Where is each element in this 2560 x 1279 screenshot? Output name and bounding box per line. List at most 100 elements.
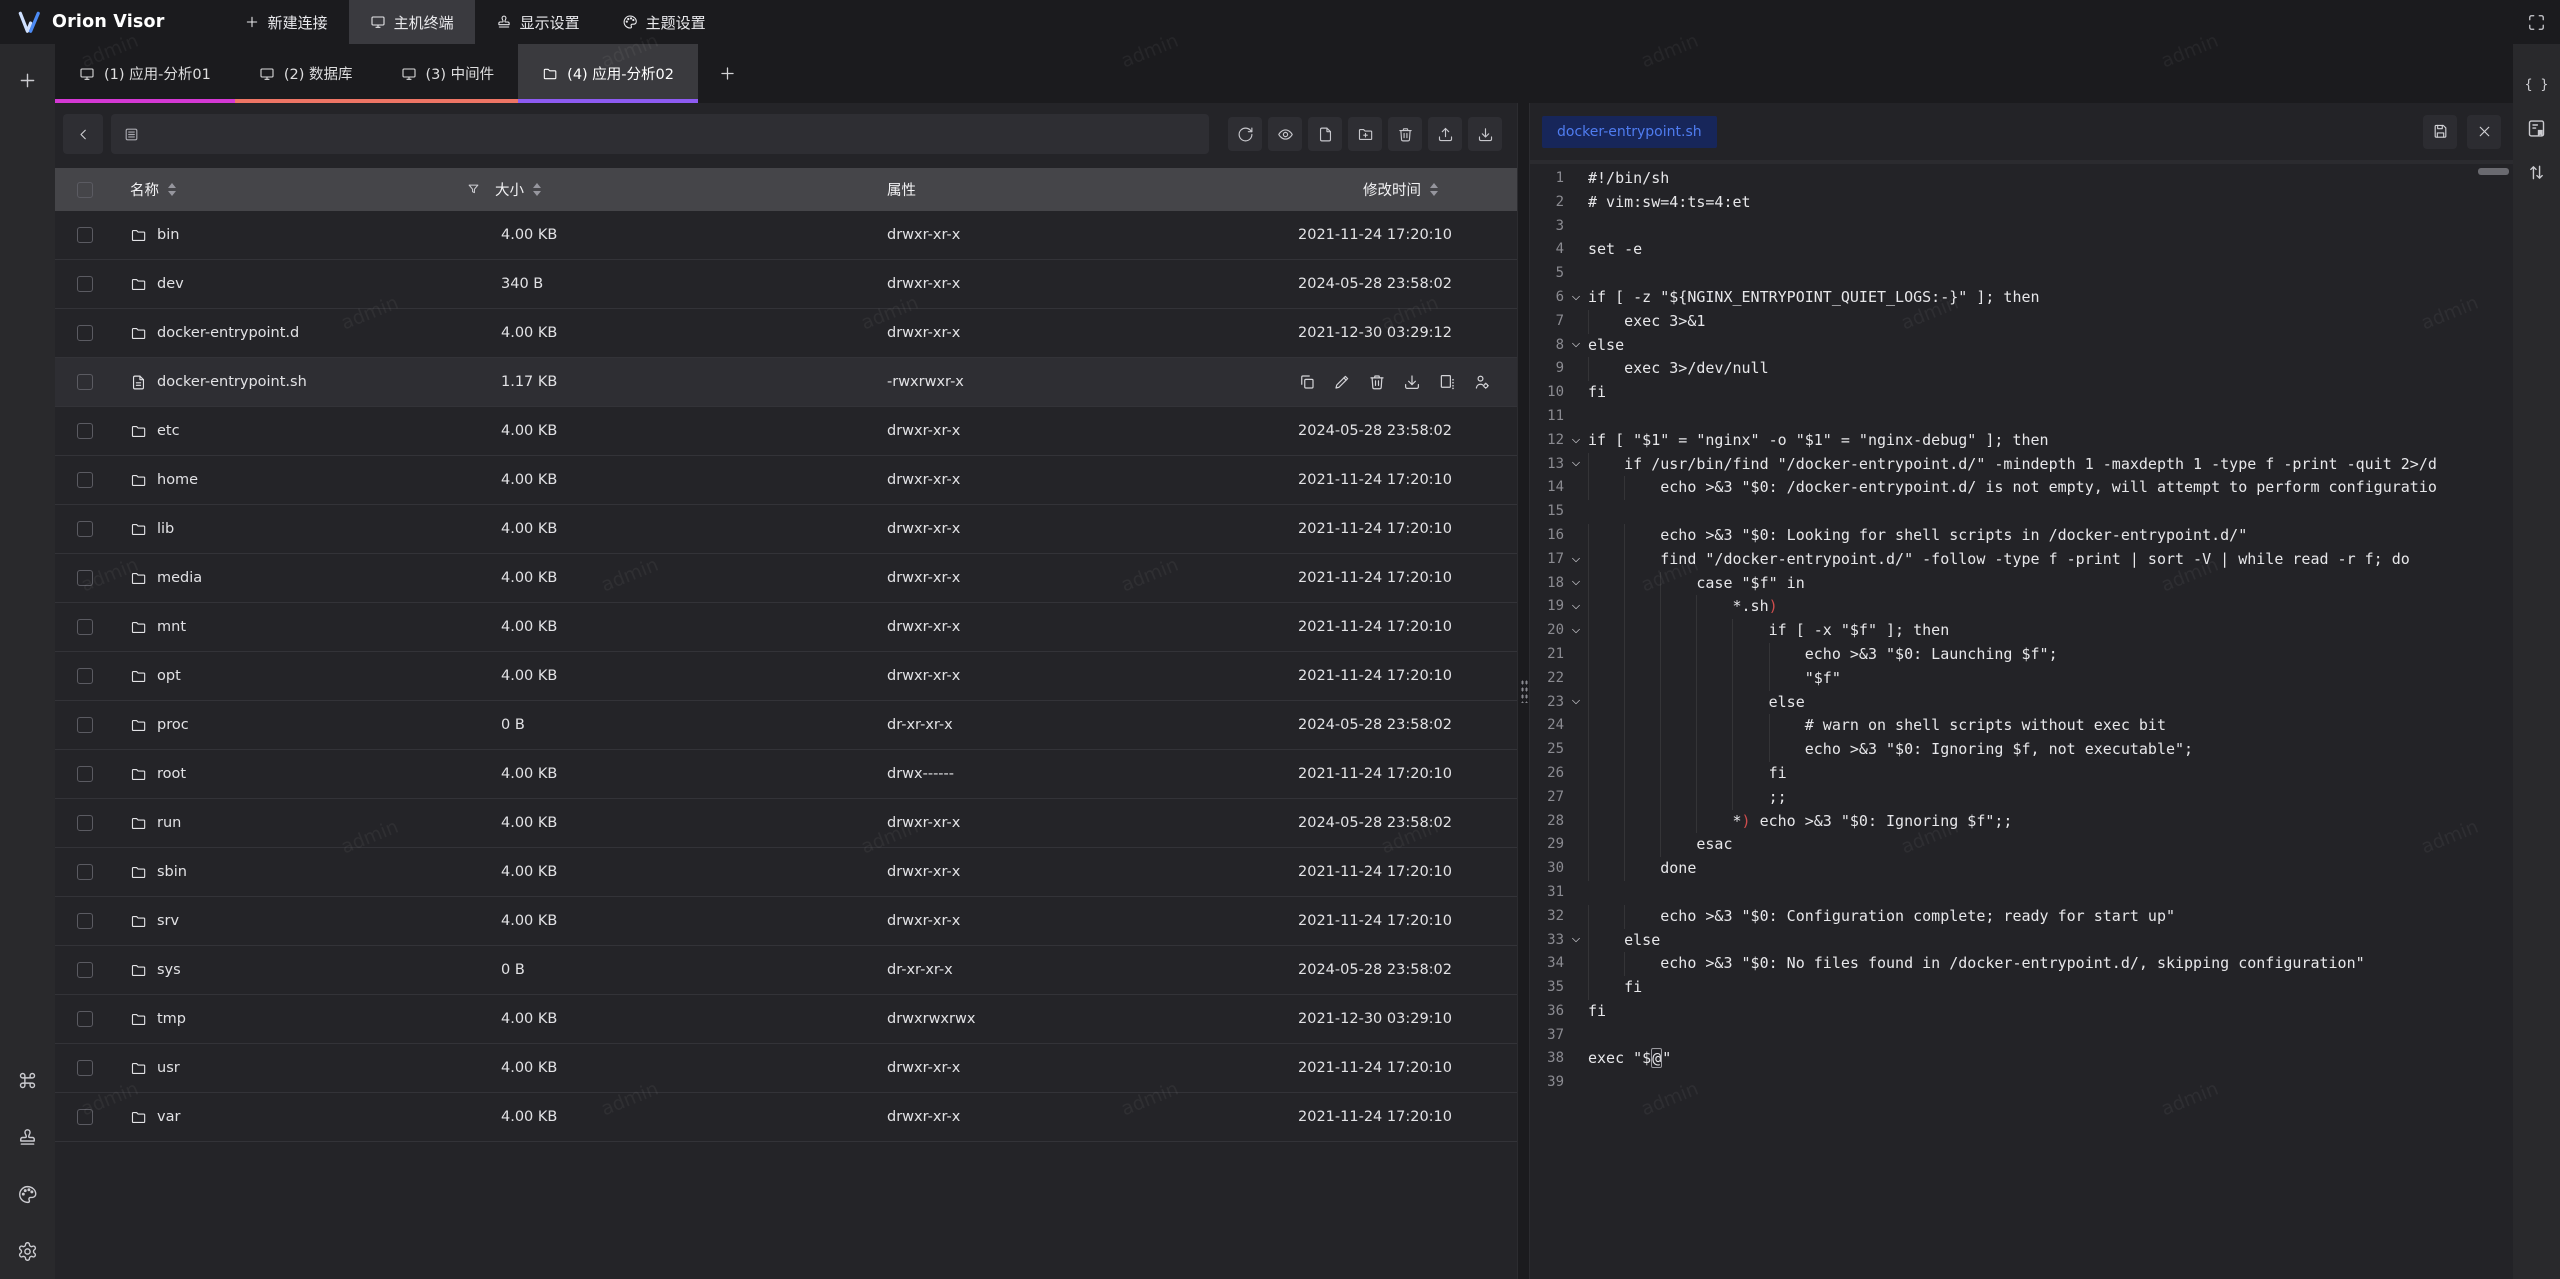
fold-icon[interactable] (1564, 429, 1588, 453)
row-checkbox[interactable] (77, 962, 93, 978)
stamp-rail-button[interactable] (0, 1127, 55, 1148)
row-checkbox[interactable] (77, 276, 93, 292)
row-checkbox[interactable] (77, 374, 93, 390)
settings-rail-button[interactable] (0, 1241, 55, 1262)
line-number: 31 (1530, 881, 1564, 905)
swap-vertical-rail-button[interactable] (2513, 162, 2560, 183)
fold-icon[interactable] (1564, 619, 1588, 643)
file-name: home (157, 472, 198, 488)
download-button[interactable] (1468, 117, 1502, 151)
close-editor-button[interactable] (2467, 115, 2501, 149)
sort-mtime-control[interactable] (1430, 183, 1438, 196)
palette-rail-button[interactable] (0, 1184, 55, 1205)
path-input[interactable] (111, 114, 1209, 154)
upload-button[interactable] (1428, 117, 1462, 151)
table-row[interactable]: bin4.00 KBdrwxr-xr-x2021-11-24 17:20:10 (55, 211, 1517, 260)
path-field[interactable] (149, 126, 1197, 142)
menu-item-3[interactable]: 主题设置 (601, 0, 727, 44)
table-row[interactable]: media4.00 KBdrwxr-xr-x2021-11-24 17:20:1… (55, 554, 1517, 603)
row-checkbox[interactable] (77, 913, 93, 929)
braces-rail-button[interactable]: { } (2513, 74, 2560, 95)
fullscreen-button[interactable] (2513, 0, 2560, 44)
fold-icon[interactable] (1564, 691, 1588, 715)
fold-icon[interactable] (1564, 595, 1588, 619)
permission-icon[interactable] (1473, 373, 1491, 391)
table-row[interactable]: opt4.00 KBdrwxr-xr-x2021-11-24 17:20:10 (55, 652, 1517, 701)
sort-name-control[interactable] (168, 183, 176, 196)
table-row[interactable]: home4.00 KBdrwxr-xr-x2021-11-24 17:20:10 (55, 456, 1517, 505)
terminal-tab-1[interactable]: (1) 应用-分析01 (55, 44, 235, 103)
code-editor[interactable]: 1#!/bin/sh2# vim:sw=4:ts=4:et34set -e56i… (1530, 160, 2513, 1279)
file-name: run (157, 815, 181, 831)
table-row[interactable]: var4.00 KBdrwxr-xr-x2021-11-24 17:20:10 (55, 1093, 1517, 1142)
divider-grip[interactable] (1520, 679, 1527, 703)
menu-item-0[interactable]: 新建连接 (223, 0, 349, 44)
terminal-tab-2[interactable]: (2) 数据库 (235, 44, 377, 103)
row-checkbox[interactable] (77, 1011, 93, 1027)
eye-button[interactable] (1268, 117, 1302, 151)
row-checkbox[interactable] (77, 815, 93, 831)
new-tab-button[interactable] (698, 44, 756, 103)
file-toolbar (55, 103, 1517, 166)
fold-icon[interactable] (1564, 572, 1588, 596)
trash-button[interactable] (1388, 117, 1422, 151)
download-icon[interactable] (1403, 373, 1421, 391)
select-all-checkbox[interactable] (77, 182, 93, 198)
trash-icon[interactable] (1368, 373, 1386, 391)
new-folder-button[interactable] (1348, 117, 1382, 151)
copy-path-icon[interactable] (1438, 373, 1456, 391)
table-row[interactable]: proc0 Bdr-xr-xr-x2024-05-28 23:58:02 (55, 701, 1517, 750)
fold-icon[interactable] (1564, 286, 1588, 310)
menu-item-2[interactable]: 显示设置 (475, 0, 601, 44)
row-checkbox[interactable] (77, 570, 93, 586)
path-list-icon[interactable] (123, 126, 140, 143)
table-row[interactable]: sys0 Bdr-xr-xr-x2024-05-28 23:58:02 (55, 946, 1517, 995)
row-checkbox[interactable] (77, 1109, 93, 1125)
folder-icon (130, 864, 147, 881)
table-row[interactable]: mnt4.00 KBdrwxr-xr-x2021-11-24 17:20:10 (55, 603, 1517, 652)
new-file-button[interactable] (1308, 117, 1342, 151)
row-checkbox[interactable] (77, 521, 93, 537)
row-checkbox[interactable] (77, 717, 93, 733)
panel-divider[interactable] (1517, 103, 1530, 1279)
table-row[interactable]: dev340 Bdrwxr-xr-x2024-05-28 23:58:02 (55, 260, 1517, 309)
new-connection-rail-button[interactable] (0, 70, 55, 91)
terminal-tab-3[interactable]: (3) 中间件 (377, 44, 519, 103)
edit-icon[interactable] (1333, 373, 1351, 391)
terminal-tab-4[interactable]: (4) 应用-分析02 (518, 44, 698, 103)
save-button[interactable] (2423, 115, 2457, 149)
copy-icon[interactable] (1298, 373, 1316, 391)
table-row[interactable]: root4.00 KBdrwx------2021-11-24 17:20:10 (55, 750, 1517, 799)
table-row[interactable]: usr4.00 KBdrwxr-xr-x2021-11-24 17:20:10 (55, 1044, 1517, 1093)
menu-item-1[interactable]: 主机终端 (349, 0, 475, 44)
row-checkbox[interactable] (77, 325, 93, 341)
filter-icon[interactable] (466, 182, 481, 197)
command-rail-button[interactable] (0, 1070, 55, 1091)
table-row[interactable]: lib4.00 KBdrwxr-xr-x2021-11-24 17:20:10 (55, 505, 1517, 554)
fold-icon[interactable] (1564, 453, 1588, 477)
table-row[interactable]: srv4.00 KBdrwxr-xr-x2021-11-24 17:20:10 (55, 897, 1517, 946)
fold-icon[interactable] (1564, 334, 1588, 358)
fold-icon[interactable] (1564, 548, 1588, 572)
row-checkbox[interactable] (77, 864, 93, 880)
row-checkbox[interactable] (77, 472, 93, 488)
fold-icon[interactable] (1564, 929, 1588, 953)
row-checkbox[interactable] (77, 423, 93, 439)
row-checkbox[interactable] (77, 668, 93, 684)
back-button[interactable] (63, 114, 103, 154)
editor-file-tab[interactable]: docker-entrypoint.sh (1542, 116, 1717, 148)
table-row[interactable]: docker-entrypoint.sh1.17 KB-rwxrwxr-x (55, 358, 1517, 407)
table-row[interactable]: sbin4.00 KBdrwxr-xr-x2021-11-24 17:20:10 (55, 848, 1517, 897)
line-number: 8 (1530, 334, 1564, 358)
table-row[interactable]: tmp4.00 KBdrwxrwxrwx2021-12-30 03:29:10 (55, 995, 1517, 1044)
row-checkbox[interactable] (77, 227, 93, 243)
table-row[interactable]: etc4.00 KBdrwxr-xr-x2024-05-28 23:58:02 (55, 407, 1517, 456)
doc-bookmark-rail-button[interactable] (2513, 118, 2560, 139)
refresh-button[interactable] (1228, 117, 1262, 151)
row-checkbox[interactable] (77, 1060, 93, 1076)
table-row[interactable]: run4.00 KBdrwxr-xr-x2024-05-28 23:58:02 (55, 799, 1517, 848)
row-checkbox[interactable] (77, 766, 93, 782)
table-row[interactable]: docker-entrypoint.d4.00 KBdrwxr-xr-x2021… (55, 309, 1517, 358)
row-checkbox[interactable] (77, 619, 93, 635)
sort-size-control[interactable] (533, 183, 541, 196)
